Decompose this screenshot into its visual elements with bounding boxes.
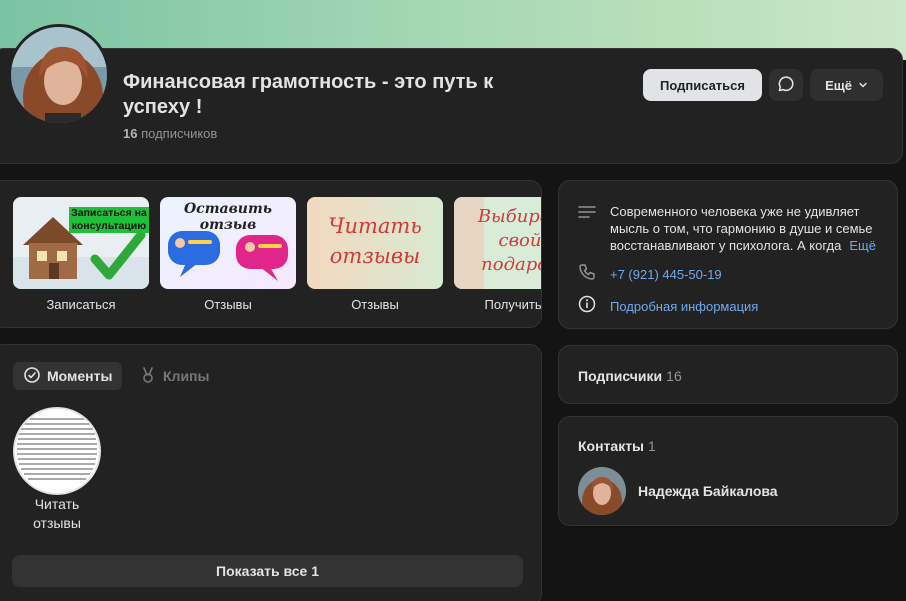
tab-clips[interactable]: Клипы xyxy=(129,362,219,390)
clips-icon xyxy=(139,366,157,387)
phone-link[interactable]: +7 (921) 445-50-19 xyxy=(610,267,722,282)
more-label: Ещё xyxy=(825,77,852,93)
text-lines-icon xyxy=(578,205,596,224)
moments-icon xyxy=(23,366,41,387)
phone-row: +7 (921) 445-50-19 xyxy=(578,263,722,286)
section-count: 1 xyxy=(648,438,656,454)
section-title: Подписчики xyxy=(578,368,663,384)
link-thumb-reviews-leave: Оставить отзыв xyxy=(160,197,296,289)
phone-icon xyxy=(578,263,596,286)
chevron-down-icon xyxy=(858,78,868,93)
subscribe-button[interactable]: Подписаться xyxy=(643,69,762,101)
description-row: Современного человека уже не удивляет мы… xyxy=(578,203,880,254)
moments-section: Моменты Клипы Читать отзывы Показать все… xyxy=(0,344,542,601)
description-text: Современного человека уже не удивляет мы… xyxy=(610,204,873,253)
chat-bubble-icon xyxy=(777,75,795,96)
show-all-button[interactable]: Показать все 1 xyxy=(12,555,523,587)
tab-label: Моменты xyxy=(47,368,113,384)
link-thumb-signup: Записаться на консультацию xyxy=(13,197,149,289)
link-item-reviews-leave[interactable]: Оставить отзыв Отзывы xyxy=(160,197,296,312)
link-thumb-reviews-read: Читать отзывы xyxy=(307,197,443,289)
link-label: Отзывы xyxy=(204,297,252,312)
tab-moments[interactable]: Моменты xyxy=(13,362,123,390)
subscribers-section[interactable]: Подписчики 16 xyxy=(558,345,898,404)
contacts-header[interactable]: Контакты 1 xyxy=(578,438,656,454)
link-thumb-text: Записаться на консультацию xyxy=(71,207,147,232)
group-title: Финансовая грамотность - это путь к успе… xyxy=(123,71,494,118)
link-thumb-gift: Выбирай свой подарок xyxy=(454,197,542,289)
contact-name[interactable]: Надежда Байкалова xyxy=(638,483,778,499)
subscribers-count[interactable]: 16 подписчиков xyxy=(123,126,217,141)
details-row: Подробная информация xyxy=(578,295,758,318)
description-more-link[interactable]: Ещё xyxy=(846,237,876,254)
link-item-signup[interactable]: Записаться на консультацию Записаться xyxy=(13,197,149,312)
group-description[interactable]: Современного человека уже не удивляет мы… xyxy=(610,203,880,254)
contact-avatar[interactable] xyxy=(578,467,626,515)
more-button[interactable]: Ещё xyxy=(810,69,883,101)
group-avatar[interactable] xyxy=(8,24,110,126)
subscribers-header: Подписчики 16 xyxy=(578,368,682,384)
moment-label[interactable]: Читать отзывы xyxy=(17,495,97,533)
link-thumb-text: Читать отзывы xyxy=(328,214,422,268)
links-section: Записаться на консультацию Записаться Ос… xyxy=(0,180,542,328)
moment-thumbnail[interactable] xyxy=(13,407,101,495)
details-link[interactable]: Подробная информация xyxy=(610,299,758,314)
link-label: Записаться xyxy=(46,297,116,312)
link-label: Получить по xyxy=(484,297,542,312)
section-count: 16 xyxy=(666,368,682,384)
tab-label: Клипы xyxy=(163,368,210,384)
link-thumb-text: Оставить отзыв xyxy=(183,201,273,233)
message-button[interactable] xyxy=(769,69,803,101)
link-item-reviews-read[interactable]: Читать отзывы Отзывы xyxy=(307,197,443,312)
contacts-section: Контакты 1 Надежда Байкалова xyxy=(558,416,898,526)
info-section: Современного человека уже не удивляет мы… xyxy=(558,180,898,329)
link-item-gift[interactable]: Выбирай свой подарок Получить по xyxy=(454,197,542,312)
info-icon xyxy=(578,295,596,318)
section-title: Контакты xyxy=(578,438,645,454)
link-label: Отзывы xyxy=(351,297,399,312)
subscribers-word: подписчиков xyxy=(141,126,218,141)
link-thumb-text: Выбирай свой подарок xyxy=(477,206,542,275)
subscribers-number: 16 xyxy=(123,126,138,141)
